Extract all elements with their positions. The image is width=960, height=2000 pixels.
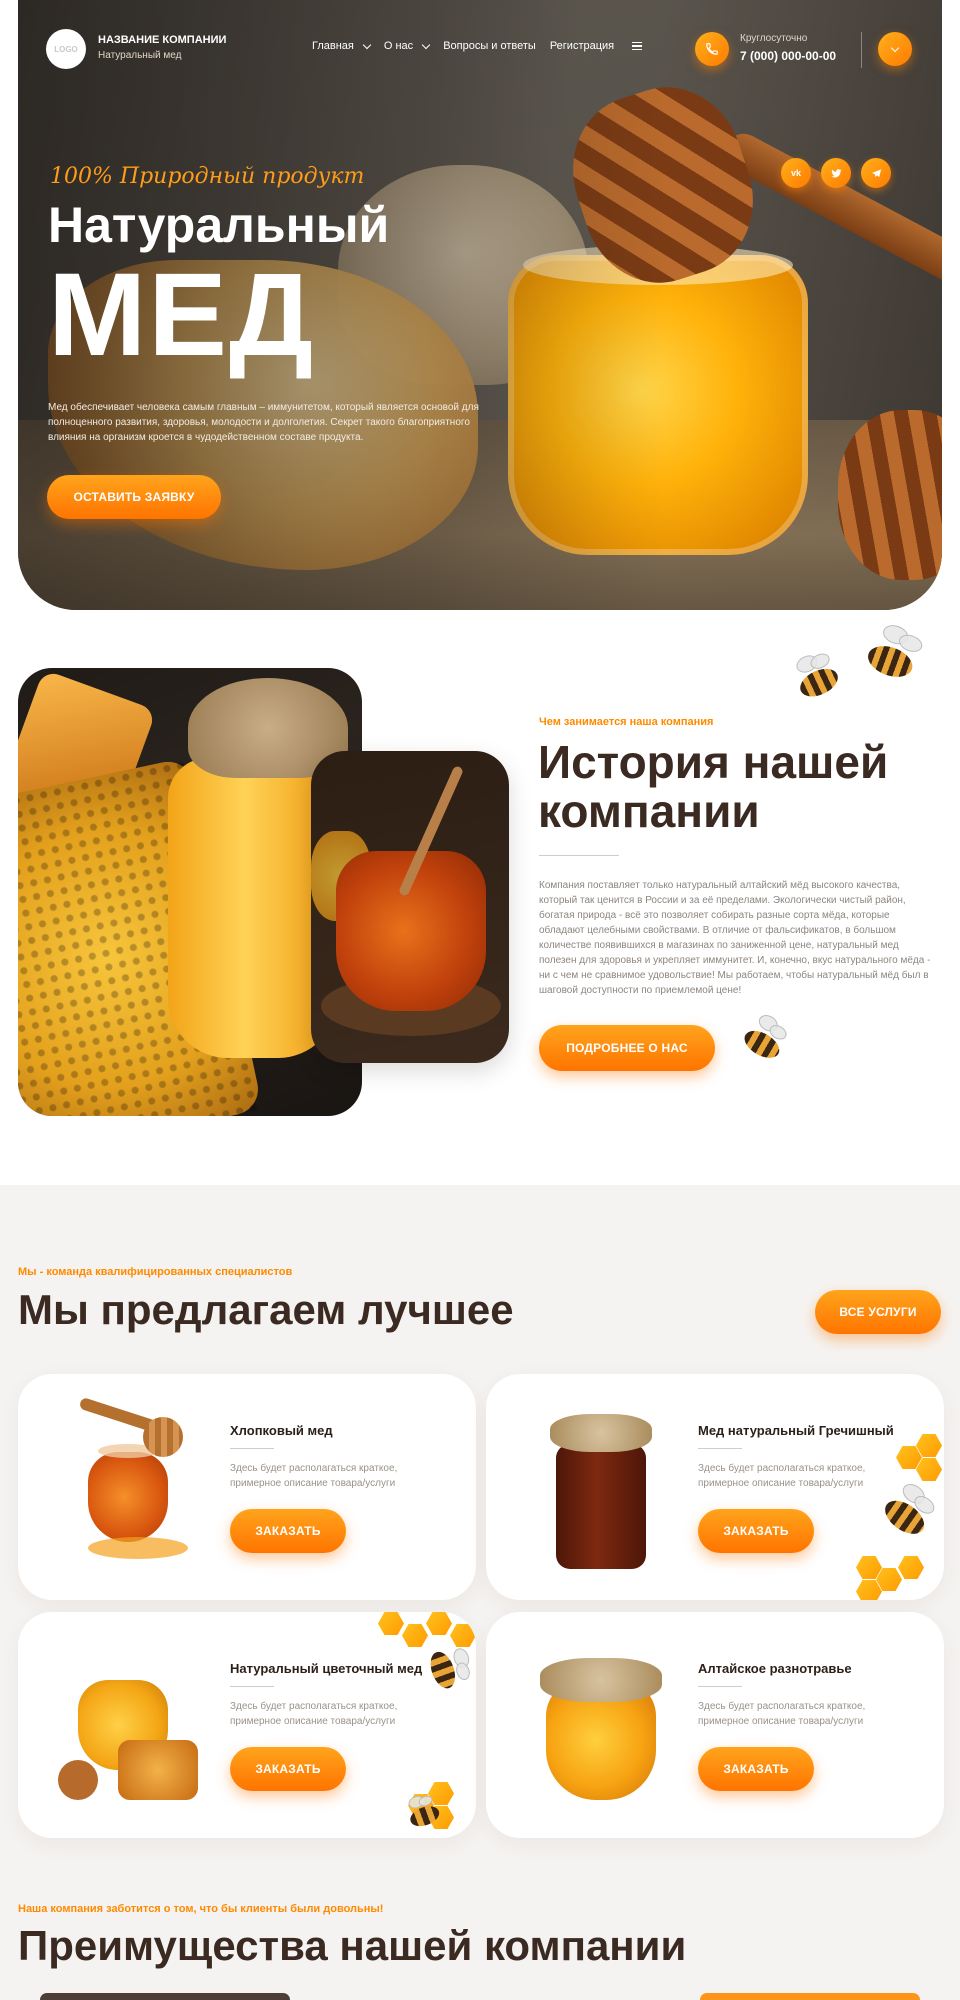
nav-item-home[interactable]: Главная	[312, 40, 372, 52]
dropdown-menu-button[interactable]	[878, 32, 912, 66]
service-divider	[698, 1686, 742, 1687]
bee-icon	[850, 615, 940, 705]
about-image-secondary	[311, 751, 509, 1063]
service-divider	[698, 1448, 742, 1449]
chevron-down-icon	[890, 43, 900, 52]
nav-item-label: Главная	[312, 40, 354, 52]
about-description: Компания поставляет только натуральный а…	[539, 880, 931, 996]
product-image	[526, 1640, 676, 1810]
service-description: Здесь будет располагаться краткое, приме…	[698, 1463, 866, 1489]
service-name: Мед натуральный Гречишный	[698, 1423, 894, 1438]
leave-request-button[interactable]: ОСТАВИТЬ ЗАЯВКУ	[47, 475, 221, 519]
phone-number[interactable]: 7 (000) 000-00-00	[740, 49, 836, 63]
advantages-title: Преимущества нашей компании	[18, 1922, 687, 1969]
about-divider	[539, 855, 619, 856]
phone-icon	[706, 43, 718, 55]
logo[interactable]: LOGO	[46, 29, 86, 69]
order-button[interactable]: ЗАКАЗАТЬ	[698, 1509, 814, 1553]
header-divider	[861, 32, 862, 68]
company-subtitle: Натуральный мед	[98, 50, 182, 61]
chevron-down-icon	[362, 40, 372, 49]
more-about-us-button[interactable]: ПОДРОБНЕЕ О НАС	[539, 1025, 715, 1071]
advantages-tagline: Наша компания заботится о том, что бы кл…	[18, 1903, 384, 1915]
hero-description: Мед обеспечивает человека самым главным …	[48, 402, 479, 443]
service-card: Мед натуральный Гречишный Здесь будет ра…	[486, 1374, 944, 1600]
service-divider	[230, 1686, 274, 1687]
services-tagline: Мы - команда квалифицированных специалис…	[18, 1266, 293, 1278]
phone-button[interactable]	[695, 32, 729, 66]
service-description: Здесь будет располагаться краткое, приме…	[230, 1701, 398, 1727]
main-nav: Главная О нас Вопросы и ответы Регистрац…	[312, 40, 643, 52]
about-tagline: Чем занимается наша компания	[539, 716, 714, 728]
hero-title: Натуральный	[48, 197, 390, 253]
honey-drips-divider	[0, 1191, 960, 1250]
site-header: LOGO НАЗВАНИЕ КОМПАНИИ Натуральный мед Г…	[18, 0, 942, 100]
product-image	[526, 1402, 676, 1572]
service-description: Здесь будет располагаться краткое, приме…	[230, 1463, 398, 1489]
services-title: Мы предлагаем лучшее	[18, 1286, 514, 1333]
order-button[interactable]: ЗАКАЗАТЬ	[230, 1509, 346, 1553]
advantage-card-top-edge	[700, 1993, 920, 2000]
nav-item-about[interactable]: О нас	[383, 40, 431, 52]
advantage-card-top-edge	[40, 1993, 290, 2000]
service-description: Здесь будет располагаться краткое, приме…	[698, 1701, 866, 1727]
service-card: Алтайское разнотравье Здесь будет распол…	[486, 1612, 944, 1838]
order-button[interactable]: ЗАКАЗАТЬ	[230, 1747, 346, 1791]
nav-item-label: Регистрация	[549, 40, 615, 52]
bee-icon	[724, 1004, 806, 1086]
product-image	[58, 1640, 208, 1810]
service-name: Алтайское разнотравье	[698, 1661, 852, 1676]
twitter-icon[interactable]	[821, 158, 851, 188]
service-card: Хлопковый мед Здесь будет располагаться …	[18, 1374, 476, 1600]
service-name: Натуральный цветочный мед	[230, 1661, 423, 1676]
hero-tagline: 100% Природный продукт	[50, 164, 365, 189]
bee-icon	[780, 640, 860, 720]
order-button[interactable]: ЗАКАЗАТЬ	[698, 1747, 814, 1791]
service-card: Натуральный цветочный мед Здесь будет ра…	[18, 1612, 476, 1838]
company-name: НАЗВАНИЕ КОМПАНИИ	[98, 34, 227, 46]
hero-title-large: МЕД	[48, 249, 316, 381]
nav-item-label: Вопросы и ответы	[443, 40, 536, 52]
nav-item-registration[interactable]: Регистрация	[550, 40, 614, 52]
hamburger-menu-icon[interactable]	[632, 42, 643, 50]
nav-item-label: О нас	[383, 40, 414, 52]
all-services-button[interactable]: ВСЕ УСЛУГИ	[815, 1290, 941, 1334]
about-title: История нашей компании	[538, 736, 889, 837]
nav-item-faq[interactable]: Вопросы и ответы	[443, 40, 536, 52]
phone-caption: Круглосуточно	[740, 33, 808, 44]
service-name: Хлопковый мед	[230, 1423, 333, 1438]
product-image	[58, 1396, 208, 1572]
service-divider	[230, 1448, 274, 1449]
telegram-icon[interactable]	[861, 158, 891, 188]
chevron-down-icon	[421, 40, 431, 49]
social-links: vk	[781, 158, 891, 188]
vk-icon[interactable]: vk	[781, 158, 811, 188]
